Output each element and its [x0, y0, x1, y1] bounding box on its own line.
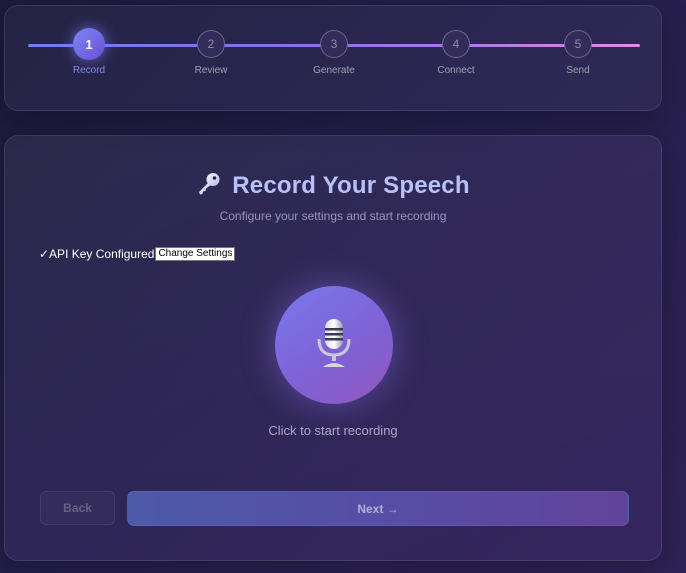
step-label: Connect — [437, 65, 475, 76]
step-label: Record — [72, 65, 106, 76]
page-title: Record Your Speech — [232, 172, 470, 199]
page-subtitle: Configure your settings and start record… — [219, 209, 447, 223]
title-row: Record Your Speech — [5, 172, 661, 200]
step-review[interactable]: 2 Review — [171, 30, 251, 76]
api-status-text: ✓API Key Configured — [39, 247, 155, 261]
step-number: 2 — [197, 30, 225, 58]
step-label: Generate — [313, 65, 355, 76]
step-generate[interactable]: 3 Generate — [294, 30, 374, 76]
api-status-row: ✓API Key Configured Change Settings — [39, 247, 236, 261]
record-card: Record Your Speech Configure your settin… — [4, 135, 662, 561]
key-icon — [196, 172, 222, 200]
step-number: 1 — [73, 28, 105, 60]
step-connect[interactable]: 4 Connect — [416, 30, 496, 76]
step-label: Send — [566, 65, 590, 76]
progress-stepper: 1 Record 2 Review 3 Generate 4 Connect 5… — [4, 5, 662, 111]
step-number: 5 — [564, 30, 592, 58]
next-button[interactable]: Next → — [127, 491, 629, 526]
microphone-icon — [314, 317, 354, 373]
record-button[interactable] — [275, 286, 393, 404]
step-send[interactable]: 5 Send — [538, 30, 618, 76]
record-caption: Click to start recording — [268, 423, 398, 438]
step-number: 4 — [442, 30, 470, 58]
step-number: 3 — [320, 30, 348, 58]
step-label: Review — [194, 65, 228, 76]
back-button[interactable]: Back — [40, 491, 115, 525]
change-settings-button[interactable]: Change Settings — [155, 247, 236, 261]
step-record[interactable]: 1 Record — [49, 28, 129, 76]
